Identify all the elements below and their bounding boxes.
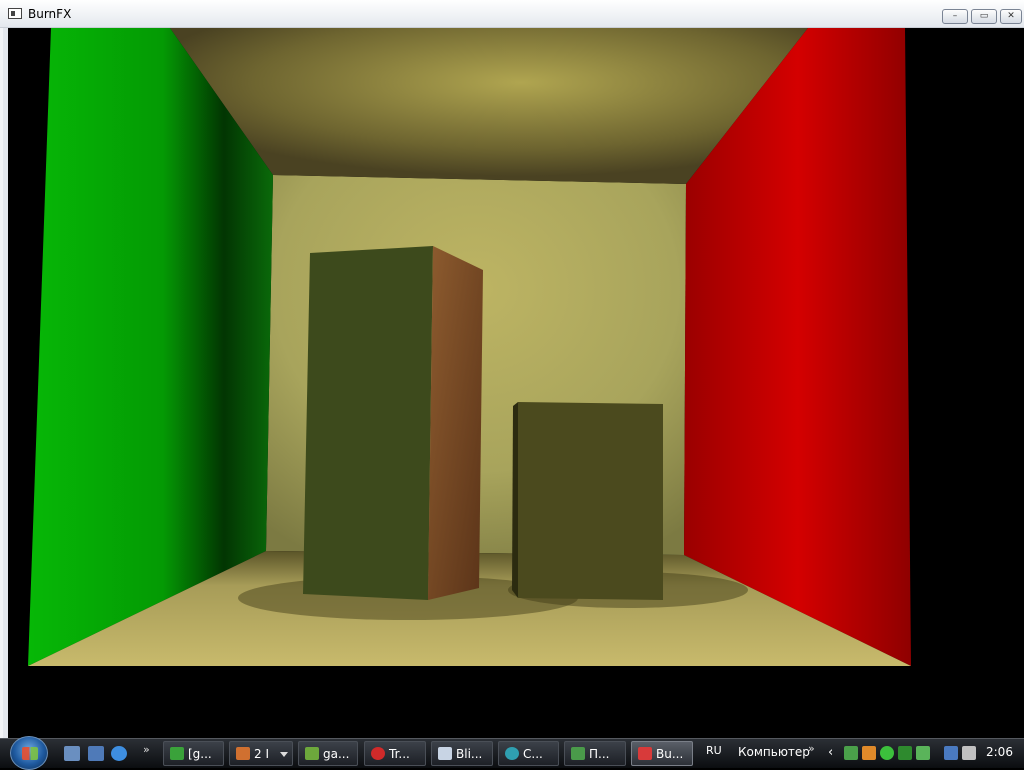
switch-windows-icon[interactable] [88,746,104,761]
title-bar[interactable]: BurnFX – ▭ ✕ [0,0,1024,28]
network-monitor-icon[interactable] [844,746,858,760]
quicklaunch-more-button[interactable]: » [143,743,150,756]
cornell-box-scene [28,28,911,666]
clock[interactable]: 2:06 [986,745,1013,759]
render-viewport[interactable] [8,28,1024,738]
taskbar-item-media[interactable]: 2 I [229,741,293,766]
maximize-button[interactable]: ▭ [971,9,997,24]
language-indicator[interactable]: RU [706,744,722,757]
burnfx-icon [638,747,652,760]
chevron-down-icon [280,752,288,757]
tray-app-icon[interactable] [862,746,876,760]
taskbar-item-image[interactable]: П... [564,741,626,766]
taskbar-item-app[interactable]: C... [498,741,559,766]
opera-icon [371,747,385,760]
blender-window-icon [438,747,452,760]
window-border [0,28,8,738]
image-icon [571,747,585,760]
start-button[interactable] [10,736,48,770]
torrent-icon[interactable] [898,746,912,760]
tall-box-front [303,246,433,600]
window-title: BurnFX [28,7,72,21]
show-desktop-icon[interactable] [64,746,80,761]
computer-toolbar[interactable]: Компьютер [738,745,810,759]
minimize-button[interactable]: – [942,9,968,24]
taskbar-item-terminal[interactable]: [g... [163,741,224,766]
taskbar: » [g... 2 I ga... Tr... Bli... C... П...… [0,736,1024,770]
internet-explorer-icon[interactable] [111,746,127,761]
vc-icon[interactable] [916,746,930,760]
media-icon [236,747,250,760]
taskbar-item-folder[interactable]: ga... [298,741,358,766]
close-button[interactable]: ✕ [1000,9,1022,24]
volume-icon[interactable] [962,746,976,760]
taskbar-item-opera[interactable]: Tr... [364,741,426,766]
toolbar-more-button[interactable]: » [808,742,815,755]
app-icon [505,747,519,760]
taskbar-item-burnfx[interactable]: Bu... [631,741,693,766]
network-icon[interactable] [944,746,958,760]
tray-expand-button[interactable]: ‹ [828,745,833,760]
folder-icon [305,747,319,760]
window-icon[interactable] [8,8,22,19]
short-box-side [512,402,518,598]
taskbar-item-blender[interactable]: Bli... [431,741,493,766]
tall-box-side [428,246,483,600]
terminal-icon [170,747,184,760]
app-window: BurnFX – ▭ ✕ [0,0,1024,738]
short-box-front [518,402,663,600]
antivirus-icon[interactable] [880,746,894,760]
